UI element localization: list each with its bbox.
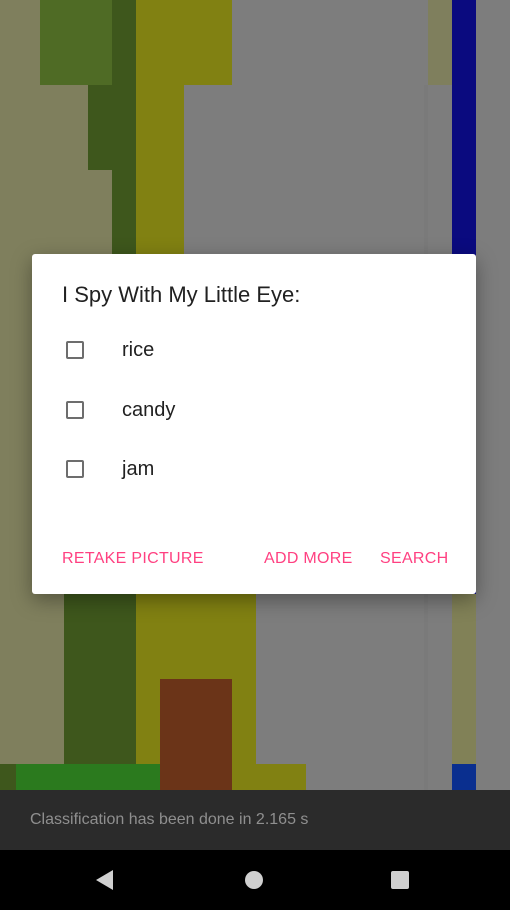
checkbox-icon[interactable] bbox=[66, 401, 84, 419]
snackbar: Classification has been done in 2.165 s bbox=[0, 790, 510, 850]
option-label: candy bbox=[122, 398, 176, 421]
home-button[interactable] bbox=[224, 850, 284, 910]
option-candy[interactable]: candy bbox=[62, 390, 442, 430]
recents-button[interactable] bbox=[370, 850, 430, 910]
home-circle-icon bbox=[245, 871, 263, 889]
system-nav-bar bbox=[0, 850, 510, 910]
dialog-title: I Spy With My Little Eye: bbox=[62, 282, 301, 307]
retake-picture-button[interactable]: RETAKE PICTURE bbox=[62, 550, 204, 568]
option-jam[interactable]: jam bbox=[62, 449, 442, 489]
option-rice[interactable]: rice bbox=[62, 330, 442, 370]
checkbox-icon[interactable] bbox=[66, 460, 84, 478]
recents-square-icon bbox=[391, 871, 409, 889]
snackbar-text: Classification has been done in 2.165 s bbox=[30, 811, 309, 828]
back-button[interactable] bbox=[75, 850, 135, 910]
back-triangle-icon bbox=[96, 870, 113, 890]
add-more-button[interactable]: ADD MORE bbox=[264, 550, 353, 568]
option-label: jam bbox=[122, 457, 155, 480]
checkbox-icon[interactable] bbox=[66, 341, 84, 359]
choice-dialog: I Spy With My Little Eye: rice candy jam… bbox=[32, 254, 476, 594]
search-button[interactable]: SEARCH bbox=[380, 550, 448, 568]
option-label: rice bbox=[122, 338, 155, 361]
